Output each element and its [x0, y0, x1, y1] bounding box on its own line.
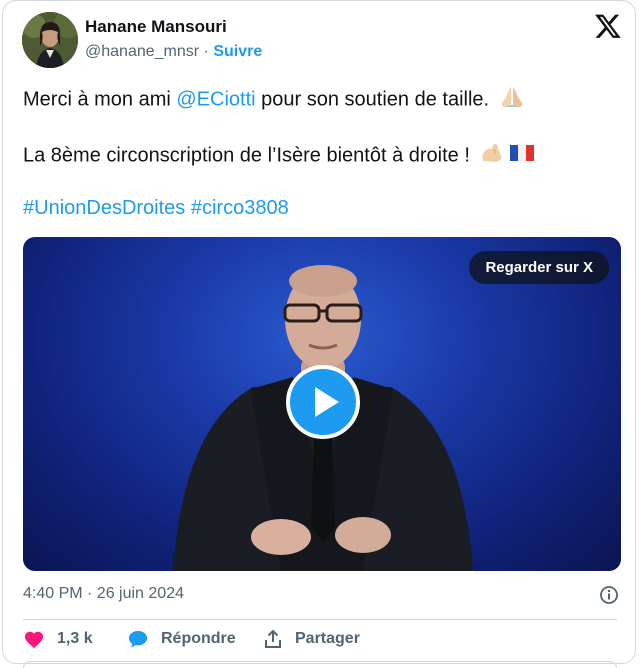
reply-box-edge: [23, 661, 617, 668]
tweet-hashtags: #UnionDesDroites #circo3808: [23, 197, 289, 220]
hashtag-link[interactable]: #UnionDesDroites: [23, 197, 185, 219]
share-icon: [265, 629, 281, 648]
play-button[interactable]: [286, 365, 360, 439]
reply-icon: [128, 630, 148, 648]
tweet-text-line-2: La 8ème circonscription de l’Isère bient…: [23, 141, 535, 171]
video-player[interactable]: Regarder sur X: [23, 237, 621, 571]
play-icon: [315, 387, 339, 417]
separator-dot: ·: [199, 43, 214, 60]
like-button[interactable]: 1,3 k: [23, 629, 93, 649]
tweet-timestamp[interactable]: 4:40 PM · 26 juin 2024: [23, 585, 184, 603]
flexed-biceps-emoji: [479, 141, 505, 171]
author-handle[interactable]: @hanane_mnsr: [85, 43, 199, 60]
tweet-text: Merci à mon ami: [23, 88, 177, 111]
share-label: Partager: [295, 630, 360, 647]
watch-on-x-button[interactable]: Regarder sur X: [469, 251, 609, 284]
reply-label: Répondre: [161, 630, 236, 647]
follow-button[interactable]: Suivre: [213, 43, 262, 60]
like-count: 1,3 k: [57, 630, 93, 647]
french-flag-emoji: [509, 143, 535, 169]
tweet-text-line-1: Merci à mon ami @ECiotti pour son soutie…: [23, 85, 525, 115]
mention-link[interactable]: @ECiotti: [176, 88, 255, 110]
tweet-text: pour son soutien de taille.: [255, 88, 495, 111]
share-button[interactable]: Partager: [263, 629, 360, 649]
divider: [23, 619, 617, 620]
x-logo-icon[interactable]: [594, 12, 622, 40]
author-name[interactable]: Hanane Mansouri: [85, 17, 227, 37]
author-handle-row: @hanane_mnsr · Suivre: [85, 43, 262, 61]
praying-hands-emoji: [499, 85, 525, 115]
reply-button[interactable]: Répondre: [127, 629, 236, 649]
tweet-card: Hanane Mansouri @hanane_mnsr · Suivre Me…: [2, 0, 636, 668]
tweet-text: La 8ème circonscription de l’Isère bient…: [23, 144, 476, 167]
avatar-image: [22, 12, 78, 68]
heart-icon: [24, 631, 44, 649]
avatar[interactable]: [22, 12, 78, 68]
hashtag-link[interactable]: #circo3808: [191, 197, 289, 219]
info-icon[interactable]: [599, 585, 619, 605]
